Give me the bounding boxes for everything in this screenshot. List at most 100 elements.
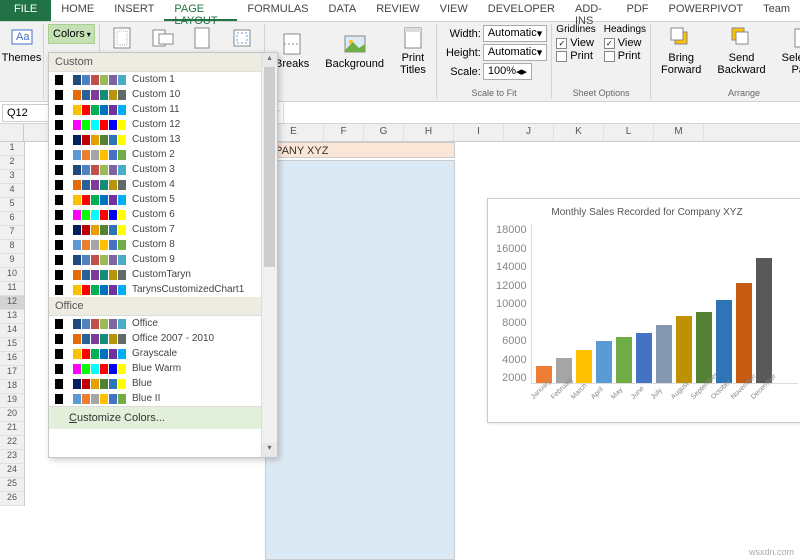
row-header[interactable]: 15 bbox=[0, 338, 24, 352]
row-header[interactable]: 18 bbox=[0, 380, 24, 394]
arrange-group-label: Arrange bbox=[651, 88, 800, 98]
row-header[interactable]: 24 bbox=[0, 464, 24, 478]
row-header[interactable]: 5 bbox=[0, 198, 24, 212]
col-header[interactable]: M bbox=[654, 124, 704, 141]
row-header[interactable]: 25 bbox=[0, 478, 24, 492]
row-header[interactable]: 2 bbox=[0, 156, 24, 170]
data-region[interactable] bbox=[265, 160, 455, 560]
row-header[interactable]: 23 bbox=[0, 450, 24, 464]
row-header[interactable]: 3 bbox=[0, 170, 24, 184]
tab-page-layout[interactable]: PAGE LAYOUT bbox=[164, 0, 237, 21]
color-theme-custom[interactable]: Custom 6 bbox=[49, 207, 261, 222]
color-theme-office[interactable]: Blue Warm bbox=[49, 361, 261, 376]
row-header[interactable]: 16 bbox=[0, 352, 24, 366]
scroll-up-icon[interactable]: ▴ bbox=[262, 53, 277, 67]
color-theme-custom[interactable]: Custom 13 bbox=[49, 132, 261, 147]
col-header[interactable]: I bbox=[454, 124, 504, 141]
row-header[interactable]: 21 bbox=[0, 422, 24, 436]
color-theme-custom[interactable]: Custom 12 bbox=[49, 117, 261, 132]
row-header[interactable]: 14 bbox=[0, 324, 24, 338]
color-theme-custom[interactable]: Custom 8 bbox=[49, 237, 261, 252]
color-theme-office[interactable]: Blue bbox=[49, 376, 261, 391]
col-header[interactable]: J bbox=[504, 124, 554, 141]
row-header[interactable]: 10 bbox=[0, 268, 24, 282]
height-dropdown[interactable]: Automatic▾ bbox=[483, 44, 547, 61]
col-header[interactable]: K bbox=[554, 124, 604, 141]
row-header[interactable]: 17 bbox=[0, 366, 24, 380]
color-theme-custom[interactable]: Custom 10 bbox=[49, 87, 261, 102]
headings-view-checkbox[interactable]: ✓View bbox=[604, 37, 646, 49]
tab-powerpivot[interactable]: POWERPIVOT bbox=[659, 0, 754, 21]
title-cell[interactable]: IPANY XYZ bbox=[265, 142, 455, 158]
bring-forward-button[interactable]: Bring Forward bbox=[655, 24, 707, 78]
color-theme-office[interactable]: Office 2007 - 2010 bbox=[49, 331, 261, 346]
row-header[interactable]: 26 bbox=[0, 492, 24, 506]
row-header[interactable]: 1 bbox=[0, 142, 24, 156]
row-header[interactable]: 22 bbox=[0, 436, 24, 450]
gridlines-print-checkbox[interactable]: Print bbox=[556, 50, 595, 62]
color-theme-office[interactable]: Office bbox=[49, 316, 261, 331]
selection-pane-button[interactable]: Selection Pane bbox=[776, 24, 800, 78]
color-theme-custom[interactable]: TarynsCustomizedChart1 bbox=[49, 282, 261, 297]
col-header[interactable]: L bbox=[604, 124, 654, 141]
tab-home[interactable]: HOME bbox=[51, 0, 104, 21]
colors-button[interactable]: Colors▾ bbox=[48, 24, 95, 44]
color-theme-custom[interactable]: Custom 2 bbox=[49, 147, 261, 162]
print-titles-button[interactable]: Print Titles bbox=[394, 24, 432, 78]
color-theme-custom[interactable]: Custom 4 bbox=[49, 177, 261, 192]
color-theme-custom[interactable]: Custom 11 bbox=[49, 102, 261, 117]
color-theme-custom[interactable]: Custom 7 bbox=[49, 222, 261, 237]
color-theme-custom[interactable]: Custom 9 bbox=[49, 252, 261, 267]
tab-developer[interactable]: DEVELOPER bbox=[478, 0, 565, 21]
col-header[interactable]: F bbox=[324, 124, 364, 141]
tab-insert[interactable]: INSERT bbox=[104, 0, 164, 21]
color-theme-office[interactable]: Blue II bbox=[49, 391, 261, 406]
x-tick-label: May bbox=[610, 385, 626, 401]
orientation-button[interactable] bbox=[144, 24, 180, 54]
tab-data[interactable]: DATA bbox=[319, 0, 367, 21]
scroll-down-icon[interactable]: ▾ bbox=[262, 443, 277, 457]
scale-spinner[interactable]: 100%◂▸ bbox=[483, 63, 532, 80]
row-header[interactable]: 19 bbox=[0, 394, 24, 408]
color-theme-custom[interactable]: Custom 3 bbox=[49, 162, 261, 177]
row-header[interactable]: 20 bbox=[0, 408, 24, 422]
background-button[interactable]: Background bbox=[319, 30, 390, 72]
tab-pdf[interactable]: PDF bbox=[617, 0, 659, 21]
col-header[interactable]: H bbox=[404, 124, 454, 141]
row-header[interactable]: 6 bbox=[0, 212, 24, 226]
color-theme-custom[interactable]: CustomTaryn bbox=[49, 267, 261, 282]
col-header[interactable]: G bbox=[364, 124, 404, 141]
themes-button[interactable]: Aa Themes bbox=[4, 24, 39, 66]
margins-button[interactable] bbox=[104, 24, 140, 54]
dropdown-scrollbar[interactable]: ▴ ▾ bbox=[261, 53, 277, 457]
row-header[interactable]: 11 bbox=[0, 282, 24, 296]
customize-colors[interactable]: Customize Colors... bbox=[49, 406, 261, 429]
file-tab[interactable]: FILE bbox=[0, 0, 51, 21]
select-all-corner[interactable] bbox=[0, 124, 24, 141]
size-button[interactable] bbox=[184, 24, 220, 54]
tab-review[interactable]: REVIEW bbox=[366, 0, 429, 21]
row-header[interactable]: 12 bbox=[0, 296, 24, 310]
row-header[interactable]: 8 bbox=[0, 240, 24, 254]
headings-print-checkbox[interactable]: Print bbox=[604, 50, 646, 62]
tab-addins[interactable]: ADD-INS bbox=[565, 0, 617, 21]
color-theme-label: Custom 1 bbox=[132, 74, 175, 85]
print-area-button[interactable] bbox=[224, 24, 260, 54]
gridlines-view-checkbox[interactable]: ✓View bbox=[556, 37, 595, 49]
row-header[interactable]: 4 bbox=[0, 184, 24, 198]
tab-team[interactable]: Team bbox=[753, 0, 800, 21]
row-header[interactable]: 13 bbox=[0, 310, 24, 324]
width-dropdown[interactable]: Automatic▾ bbox=[483, 25, 547, 42]
row-header[interactable]: 9 bbox=[0, 254, 24, 268]
color-theme-office[interactable]: Grayscale bbox=[49, 346, 261, 361]
send-backward-button[interactable]: Send Backward bbox=[711, 24, 771, 78]
tab-view[interactable]: VIEW bbox=[430, 0, 478, 21]
tab-formulas[interactable]: FORMULAS bbox=[237, 0, 318, 21]
formula-input[interactable] bbox=[283, 102, 800, 123]
row-header[interactable]: 7 bbox=[0, 226, 24, 240]
chart-object[interactable]: Monthly Sales Recorded for Company XYZ 1… bbox=[487, 198, 800, 423]
color-theme-custom[interactable]: Custom 5 bbox=[49, 192, 261, 207]
color-theme-custom[interactable]: Custom 1 bbox=[49, 72, 261, 87]
scroll-thumb[interactable] bbox=[264, 67, 275, 267]
breaks-icon bbox=[280, 32, 304, 56]
